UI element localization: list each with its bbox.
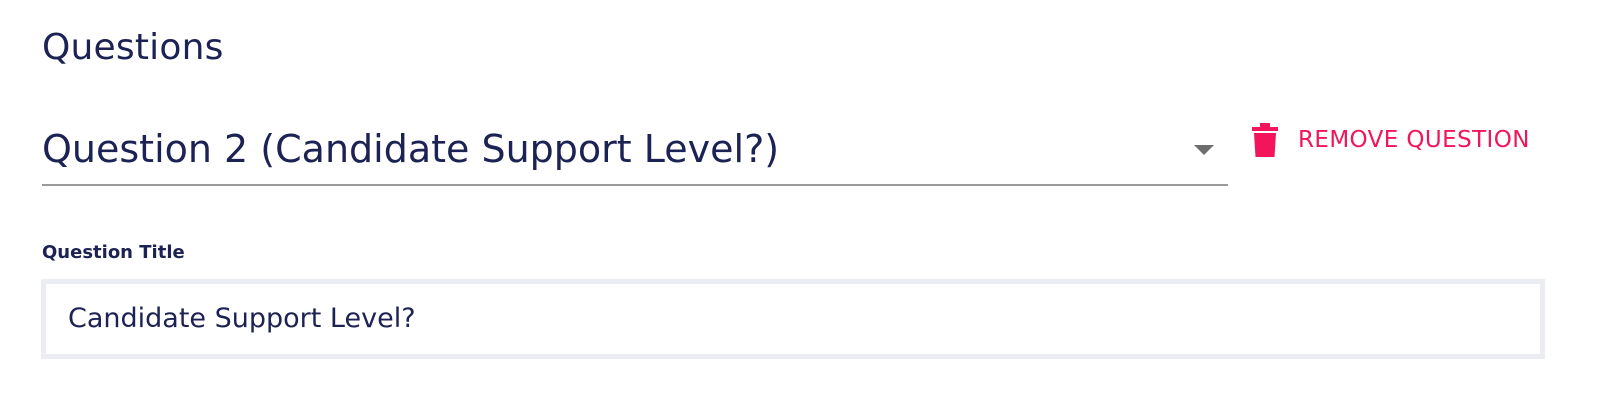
remove-question-button[interactable]: REMOVE QUESTION [1252, 116, 1530, 164]
question-title-input-value: Candidate Support Level? [68, 303, 416, 334]
trash-icon [1252, 123, 1278, 157]
question-title-label: Question Title [42, 242, 185, 263]
remove-question-label: REMOVE QUESTION [1298, 127, 1530, 153]
section-title: Questions [42, 27, 224, 68]
question-select[interactable]: Question 2 (Candidate Support Level?) [42, 118, 1228, 186]
question-select-value: Question 2 (Candidate Support Level?) [42, 127, 780, 171]
dropdown-arrow-icon[interactable] [1194, 145, 1214, 155]
question-title-input[interactable]: Candidate Support Level? [41, 279, 1545, 359]
question-editor-page: Questions Question 2 (Candidate Support … [0, 0, 1600, 414]
